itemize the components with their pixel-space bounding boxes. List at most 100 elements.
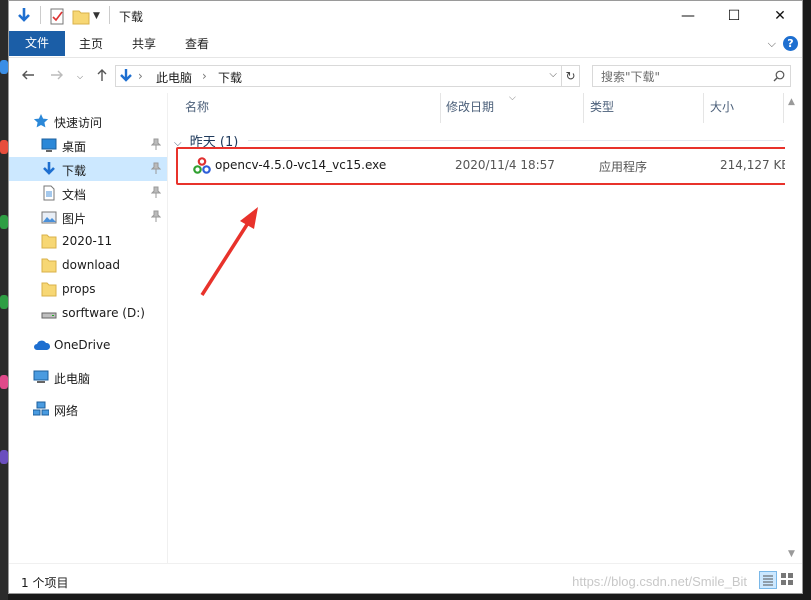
column-divider[interactable] <box>783 93 784 123</box>
column-header-name[interactable]: 名称 <box>185 98 209 115</box>
sidebar-item-this-pc[interactable]: 此电脑 <box>9 365 167 389</box>
downloads-location-icon <box>119 68 133 87</box>
large-icons-view-icon <box>781 573 793 585</box>
sidebar-item-downloads[interactable]: 下载 <box>9 157 167 181</box>
search-input[interactable] <box>599 68 763 86</box>
sidebar-item-onedrive[interactable]: OneDrive <box>9 333 167 357</box>
watermark-text: https://blog.csdn.net/Smile_Bit <box>572 574 747 589</box>
tab-file[interactable]: 文件 <box>9 31 65 56</box>
folder-icon <box>41 233 57 252</box>
sidebar-item-quick-access[interactable]: 快速访问 <box>9 109 167 133</box>
column-header-size[interactable]: 大小 <box>710 98 734 115</box>
file-list: 名称 ⌵ 修改日期 类型 大小 ⌵ 昨天 (1) opencv-4.5.0-vc… <box>168 93 802 563</box>
scroll-down-icon[interactable]: ▼ <box>788 549 795 559</box>
sidebar-item-label: 桌面 <box>62 140 87 154</box>
annotation-arrow <box>200 207 258 296</box>
sidebar-item-pictures[interactable]: 图片 <box>9 205 167 229</box>
pictures-icon <box>41 209 57 228</box>
sidebar-item-label: 网络 <box>54 404 79 418</box>
sidebar-item-folder-props[interactable]: props <box>9 277 167 301</box>
scroll-up-icon[interactable]: ▲ <box>788 97 795 107</box>
properties-icon[interactable] <box>49 7 65 28</box>
quick-access-download-icon[interactable] <box>16 7 32 28</box>
customize-toolbar-dropdown-icon[interactable]: ▼ <box>93 11 100 21</box>
column-divider[interactable] <box>703 93 704 123</box>
vertical-scrollbar[interactable]: ▲ ▼ <box>785 93 802 563</box>
pin-icon <box>150 210 162 225</box>
drive-icon <box>41 305 57 324</box>
sidebar-item-label: 下载 <box>62 164 87 178</box>
navigation-bar: ⌵ › 此电脑 › 下载 ⌵ ↻ <box>9 57 802 94</box>
large-icons-view-button[interactable] <box>779 571 797 589</box>
sidebar-item-label: 文档 <box>62 188 87 202</box>
computer-icon <box>33 369 49 388</box>
sidebar-item-documents[interactable]: 文档 <box>9 181 167 205</box>
sidebar-item-network[interactable]: 网络 <box>9 397 167 421</box>
sidebar-item-label: OneDrive <box>54 338 111 352</box>
pin-icon <box>150 186 162 201</box>
address-separator: › <box>202 69 207 83</box>
title-divider <box>109 6 110 24</box>
address-separator: › <box>138 69 143 83</box>
refresh-icon: ↻ <box>565 69 576 83</box>
address-bar[interactable]: › 此电脑 › 下载 ⌵ <box>115 65 562 87</box>
expand-ribbon-icon[interactable]: ⌵ <box>768 37 776 51</box>
column-header-date[interactable]: 修改日期 <box>446 98 494 115</box>
sidebar-item-folder-2020-11[interactable]: 2020-11 <box>9 229 167 253</box>
breadcrumb-downloads[interactable]: 下载 <box>218 69 242 86</box>
refresh-button[interactable]: ↻ <box>562 65 580 87</box>
back-icon[interactable] <box>21 68 35 86</box>
details-view-button[interactable] <box>759 571 777 589</box>
download-icon <box>41 161 57 180</box>
maximize-icon: ☐ <box>727 8 741 24</box>
sidebar-item-label: sorftware (D:) <box>62 306 145 320</box>
sidebar-item-label: props <box>62 282 96 296</box>
window-title: 下载 <box>119 10 144 24</box>
sidebar-item-label: 此电脑 <box>54 372 91 386</box>
search-box[interactable] <box>592 65 791 87</box>
toolbar-divider <box>40 6 41 24</box>
title-bar: ▼ 下载 — ☐ ✕ <box>9 1 802 31</box>
sidebar-item-label: download <box>62 258 121 272</box>
sidebar-item-label: 图片 <box>62 212 87 226</box>
desktop-icon <box>41 137 57 156</box>
sidebar-item-drive-d[interactable]: sorftware (D:) <box>9 301 167 325</box>
explorer-window: ▼ 下载 — ☐ ✕ 文件 主页 共享 查看 ⌵ ? ⌵ › 此电脑 › 下载 … <box>8 0 803 594</box>
tab-view[interactable]: 查看 <box>175 33 219 56</box>
tab-home[interactable]: 主页 <box>69 33 113 56</box>
item-count: 1 个项目 <box>21 576 69 590</box>
new-folder-icon[interactable] <box>72 7 90 28</box>
address-dropdown-icon[interactable]: ⌵ <box>549 69 557 80</box>
sidebar-item-label: 2020-11 <box>62 234 113 248</box>
status-bar: 1 个项目 https://blog.csdn.net/Smile_Bit <box>9 563 802 593</box>
sidebar-item-desktop[interactable]: 桌面 <box>9 133 167 157</box>
close-icon: ✕ <box>774 8 786 24</box>
pin-icon <box>150 138 162 153</box>
minimize-button[interactable]: — <box>665 1 711 31</box>
column-divider[interactable] <box>440 93 441 123</box>
breadcrumb-this-pc[interactable]: 此电脑 <box>156 69 192 86</box>
ribbon-tabs: 文件 主页 共享 查看 ⌵ ? <box>9 31 802 56</box>
group-divider <box>248 140 784 141</box>
column-header-type[interactable]: 类型 <box>590 98 614 115</box>
recent-locations-icon[interactable]: ⌵ <box>77 72 83 82</box>
pin-icon <box>150 162 162 177</box>
folder-icon <box>41 257 57 276</box>
sidebar-item-label: 快速访问 <box>54 116 103 130</box>
document-icon <box>41 185 57 204</box>
network-icon <box>32 401 50 420</box>
search-icon[interactable] <box>773 70 785 85</box>
minimize-icon: — <box>681 8 695 24</box>
maximize-button[interactable]: ☐ <box>711 1 757 31</box>
star-icon <box>33 113 49 132</box>
help-icon[interactable]: ? <box>783 36 798 51</box>
navigation-pane: 快速访问 桌面 下载 文档 图片 2020-11 download props … <box>9 93 167 563</box>
up-icon[interactable] <box>95 68 109 86</box>
sidebar-item-folder-download[interactable]: download <box>9 253 167 277</box>
tab-share[interactable]: 共享 <box>122 33 166 56</box>
sort-caret-icon: ⌵ <box>509 93 516 103</box>
close-button[interactable]: ✕ <box>757 1 802 31</box>
forward-icon[interactable] <box>50 68 64 86</box>
column-divider[interactable] <box>583 93 584 123</box>
annotation-highlight-box <box>176 147 788 185</box>
